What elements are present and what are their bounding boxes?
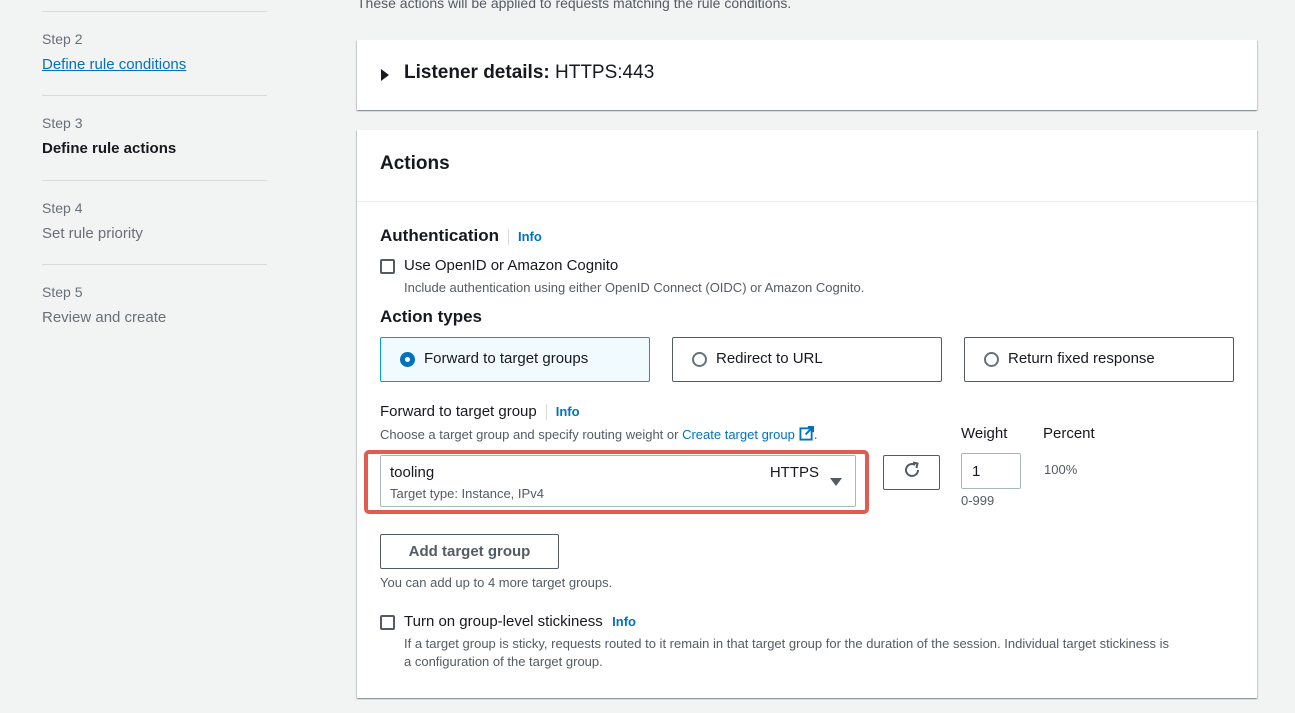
weight-label: Weight — [961, 425, 1008, 442]
radio-unselected-icon[interactable] — [984, 352, 999, 367]
caret-right-icon[interactable] — [381, 69, 389, 81]
forward-description-text: Choose a target group and specify routin… — [380, 427, 683, 442]
authentication-heading: Authentication Info — [380, 226, 542, 246]
add-target-group-hint: You can add up to 4 more target groups. — [380, 575, 613, 590]
divider — [545, 403, 547, 420]
step-divider — [42, 11, 267, 12]
step-divider — [42, 180, 267, 181]
forward-target-group-heading: Forward to target group Info — [380, 403, 580, 421]
listener-details-panel[interactable]: Listener details: HTTPS:443 — [357, 40, 1257, 110]
target-group-select[interactable]: tooling HTTPS Target type: Instance, IPv… — [380, 455, 856, 507]
openid-cognito-checkbox[interactable] — [380, 259, 395, 274]
action-types-label: Action types — [380, 307, 483, 326]
authentication-label: Authentication — [380, 226, 499, 245]
actions-title: Actions — [357, 130, 1257, 202]
target-group-protocol: HTTPS — [769, 464, 819, 481]
stickiness-description-line2: a configuration of the target group. — [404, 654, 603, 669]
listener-details-header[interactable]: Listener details: HTTPS:443 — [404, 62, 654, 84]
radio-return-fixed-response[interactable]: Return fixed response — [964, 337, 1234, 382]
radio-label: Redirect to URL — [716, 350, 823, 367]
step-number: Step 5 — [42, 284, 83, 300]
actions-panel: Actions Authentication Info Use OpenID or… — [357, 130, 1257, 698]
weight-input[interactable] — [961, 453, 1021, 489]
weight-hint: 0-999 — [961, 493, 995, 508]
step-divider — [42, 264, 267, 265]
step-3: Step 3 Define rule actions — [42, 115, 267, 157]
step-2: Step 2 Define rule conditions — [42, 31, 267, 73]
refresh-button[interactable] — [883, 455, 940, 490]
divider — [508, 228, 509, 245]
radio-label: Forward to target groups — [424, 350, 589, 367]
actions-intro-text: These actions will be applied to request… — [357, 0, 792, 11]
percent-value: 100% — [1044, 462, 1078, 477]
stickiness-info-link[interactable]: Info — [612, 614, 636, 629]
stickiness-description-line1: If a target group is sticky, requests ro… — [404, 636, 1169, 651]
step-title-review-and-create: Review and create — [42, 309, 167, 326]
percent-label: Percent — [1043, 425, 1095, 442]
caret-down-icon[interactable] — [830, 478, 842, 486]
step-number: Step 4 — [42, 200, 83, 216]
create-target-group-link[interactable]: Create target group — [682, 427, 795, 442]
forward-description-suffix: . — [813, 427, 818, 442]
step-4: Step 4 Set rule priority — [42, 200, 267, 242]
radio-selected-icon[interactable] — [400, 352, 415, 367]
target-type-text: Target type: Instance, IPv4 — [390, 486, 544, 501]
forward-description: Choose a target group and specify routin… — [380, 426, 817, 444]
step-title-set-rule-priority: Set rule priority — [42, 225, 143, 242]
listener-details-label: Listener details: — [404, 62, 550, 83]
step-number: Step 2 — [42, 31, 83, 47]
authentication-description: Include authentication using either Open… — [404, 280, 865, 295]
forward-target-group-label: Forward to target group — [380, 403, 537, 420]
group-stickiness-checkbox[interactable] — [380, 615, 395, 630]
external-link-icon[interactable] — [799, 426, 814, 444]
step-link-define-rule-conditions[interactable]: Define rule conditions — [42, 56, 267, 73]
step-number: Step 3 — [42, 115, 83, 131]
add-target-group-button[interactable]: Add target group — [380, 534, 559, 569]
forward-info-link[interactable]: Info — [556, 404, 580, 419]
radio-unselected-icon[interactable] — [692, 352, 707, 367]
radio-redirect-to-url[interactable]: Redirect to URL — [672, 337, 942, 382]
radio-forward-to-target-groups[interactable]: Forward to target groups — [380, 337, 650, 382]
listener-details-value: HTTPS:443 — [555, 62, 655, 83]
target-group-value: tooling — [390, 464, 435, 481]
step-current-define-rule-actions: Define rule actions — [42, 140, 177, 157]
refresh-icon — [902, 460, 922, 485]
stickiness-heading: Turn on group-level stickiness Info — [404, 613, 636, 631]
radio-label: Return fixed response — [1008, 350, 1155, 367]
openid-cognito-label[interactable]: Use OpenID or Amazon Cognito — [404, 257, 618, 274]
step-5: Step 5 Review and create — [42, 284, 267, 326]
group-stickiness-label[interactable]: Turn on group-level stickiness — [404, 613, 603, 630]
authentication-info-link[interactable]: Info — [518, 229, 542, 244]
step-divider — [42, 95, 267, 96]
